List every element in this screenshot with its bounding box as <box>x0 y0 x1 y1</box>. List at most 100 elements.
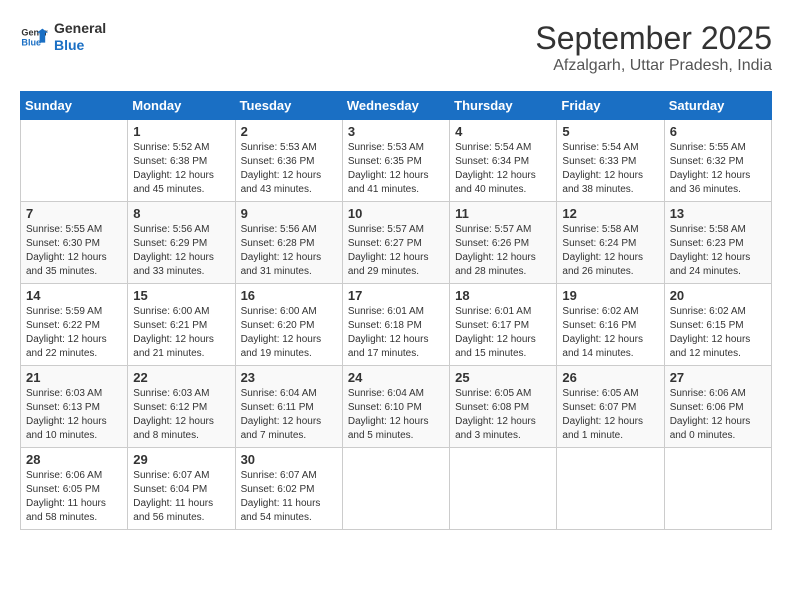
calendar-cell: 9Sunrise: 5:56 AM Sunset: 6:28 PM Daylig… <box>235 202 342 284</box>
week-row-2: 7 Sunrise: 5:55 AM Sunset: 6:30 PM Daylig… <box>21 202 772 284</box>
calendar-cell: 11Sunrise: 5:57 AM Sunset: 6:26 PM Dayli… <box>450 202 557 284</box>
day-info: Sunrise: 6:04 AM Sunset: 6:10 PM Dayligh… <box>348 387 444 443</box>
day-number: 21 <box>26 370 122 385</box>
day-info: Sunrise: 6:00 AM Sunset: 6:21 PM Dayligh… <box>133 305 229 361</box>
week-row-3: 14Sunrise: 5:59 AM Sunset: 6:22 PM Dayli… <box>21 284 772 366</box>
calendar-cell: 10 Sunrise: 5:57 AM Sunset: 6:27 PM Dayli… <box>342 202 449 284</box>
day-number: 7 <box>26 206 122 221</box>
calendar-cell: 13Sunrise: 5:58 AM Sunset: 6:23 PM Dayli… <box>664 202 771 284</box>
day-number: 17 <box>348 288 444 303</box>
day-info: Sunrise: 5:54 AM Sunset: 6:33 PM Dayligh… <box>562 141 658 197</box>
calendar-cell: 26 Sunrise: 6:05 AM Sunset: 6:07 PM Dayli… <box>557 366 664 448</box>
calendar-cell: 23 Sunrise: 6:04 AM Sunset: 6:11 PM Dayli… <box>235 366 342 448</box>
calendar-cell: 14Sunrise: 5:59 AM Sunset: 6:22 PM Dayli… <box>21 284 128 366</box>
week-row-4: 21Sunrise: 6:03 AM Sunset: 6:13 PM Dayli… <box>21 366 772 448</box>
week-row-1: 1Sunrise: 5:52 AM Sunset: 6:38 PM Daylig… <box>21 120 772 202</box>
day-number: 23 <box>241 370 337 385</box>
calendar-cell: 3Sunrise: 5:53 AM Sunset: 6:35 PM Daylig… <box>342 120 449 202</box>
calendar-cell: 4Sunrise: 5:54 AM Sunset: 6:34 PM Daylig… <box>450 120 557 202</box>
col-header-monday: Monday <box>128 92 235 120</box>
calendar-cell: 2Sunrise: 5:53 AM Sunset: 6:36 PM Daylig… <box>235 120 342 202</box>
location-title: Afzalgarh, Uttar Pradesh, India <box>535 57 772 75</box>
calendar-cell: 5Sunrise: 5:54 AM Sunset: 6:33 PM Daylig… <box>557 120 664 202</box>
day-number: 18 <box>455 288 551 303</box>
day-number: 9 <box>241 206 337 221</box>
calendar-table: SundayMondayTuesdayWednesdayThursdayFrid… <box>20 91 772 530</box>
day-info: Sunrise: 6:00 AM Sunset: 6:20 PM Dayligh… <box>241 305 337 361</box>
day-number: 28 <box>26 452 122 467</box>
logo-general: General <box>54 20 106 37</box>
day-number: 25 <box>455 370 551 385</box>
calendar-cell: 16 Sunrise: 6:00 AM Sunset: 6:20 PM Dayli… <box>235 284 342 366</box>
day-info: Sunrise: 5:56 AM Sunset: 6:29 PM Dayligh… <box>133 223 229 279</box>
day-info: Sunrise: 6:07 AM Sunset: 6:04 PM Dayligh… <box>133 469 229 525</box>
day-info: Sunrise: 6:02 AM Sunset: 6:15 PM Dayligh… <box>670 305 766 361</box>
day-number: 30 <box>241 452 337 467</box>
day-info: Sunrise: 6:06 AM Sunset: 6:06 PM Dayligh… <box>670 387 766 443</box>
day-info: Sunrise: 5:57 AM Sunset: 6:27 PM Dayligh… <box>348 223 444 279</box>
day-info: Sunrise: 5:53 AM Sunset: 6:36 PM Dayligh… <box>241 141 337 197</box>
page-header: General Blue General Blue September 2025… <box>20 20 772 75</box>
day-number: 4 <box>455 124 551 139</box>
calendar-cell: 6 Sunrise: 5:55 AM Sunset: 6:32 PM Daylig… <box>664 120 771 202</box>
calendar-cell <box>450 448 557 530</box>
day-info: Sunrise: 5:55 AM Sunset: 6:32 PM Dayligh… <box>670 141 766 197</box>
calendar-cell <box>664 448 771 530</box>
logo: General Blue General Blue <box>20 20 106 54</box>
week-row-5: 28 Sunrise: 6:06 AM Sunset: 6:05 PM Dayli… <box>21 448 772 530</box>
day-info: Sunrise: 5:53 AM Sunset: 6:35 PM Dayligh… <box>348 141 444 197</box>
day-info: Sunrise: 6:02 AM Sunset: 6:16 PM Dayligh… <box>562 305 658 361</box>
day-info: Sunrise: 5:55 AM Sunset: 6:30 PM Dayligh… <box>26 223 122 279</box>
calendar-cell: 30 Sunrise: 6:07 AM Sunset: 6:02 PM Dayli… <box>235 448 342 530</box>
calendar-cell: 19 Sunrise: 6:02 AM Sunset: 6:16 PM Dayli… <box>557 284 664 366</box>
calendar-cell: 21Sunrise: 6:03 AM Sunset: 6:13 PM Dayli… <box>21 366 128 448</box>
day-number: 15 <box>133 288 229 303</box>
day-info: Sunrise: 6:05 AM Sunset: 6:08 PM Dayligh… <box>455 387 551 443</box>
day-info: Sunrise: 5:52 AM Sunset: 6:38 PM Dayligh… <box>133 141 229 197</box>
day-number: 24 <box>348 370 444 385</box>
calendar-cell <box>557 448 664 530</box>
calendar-cell: 7 Sunrise: 5:55 AM Sunset: 6:30 PM Daylig… <box>21 202 128 284</box>
calendar-cell: 12 Sunrise: 5:58 AM Sunset: 6:24 PM Dayli… <box>557 202 664 284</box>
title-block: September 2025 Afzalgarh, Uttar Pradesh,… <box>535 20 772 75</box>
day-number: 12 <box>562 206 658 221</box>
month-title: September 2025 <box>535 20 772 57</box>
calendar-cell: 25 Sunrise: 6:05 AM Sunset: 6:08 PM Dayli… <box>450 366 557 448</box>
calendar-cell <box>342 448 449 530</box>
calendar-cell: 27 Sunrise: 6:06 AM Sunset: 6:06 PM Dayli… <box>664 366 771 448</box>
col-header-thursday: Thursday <box>450 92 557 120</box>
day-number: 22 <box>133 370 229 385</box>
col-header-tuesday: Tuesday <box>235 92 342 120</box>
day-info: Sunrise: 6:07 AM Sunset: 6:02 PM Dayligh… <box>241 469 337 525</box>
day-info: Sunrise: 6:01 AM Sunset: 6:18 PM Dayligh… <box>348 305 444 361</box>
calendar-cell: 18 Sunrise: 6:01 AM Sunset: 6:17 PM Dayli… <box>450 284 557 366</box>
col-header-friday: Friday <box>557 92 664 120</box>
day-number: 10 <box>348 206 444 221</box>
day-number: 27 <box>670 370 766 385</box>
calendar-cell: 15 Sunrise: 6:00 AM Sunset: 6:21 PM Dayli… <box>128 284 235 366</box>
day-number: 19 <box>562 288 658 303</box>
calendar-cell: 22 Sunrise: 6:03 AM Sunset: 6:12 PM Dayli… <box>128 366 235 448</box>
col-header-sunday: Sunday <box>21 92 128 120</box>
svg-text:Blue: Blue <box>21 37 41 47</box>
day-info: Sunrise: 5:58 AM Sunset: 6:24 PM Dayligh… <box>562 223 658 279</box>
day-number: 11 <box>455 206 551 221</box>
col-header-wednesday: Wednesday <box>342 92 449 120</box>
day-number: 6 <box>670 124 766 139</box>
calendar-cell: 29 Sunrise: 6:07 AM Sunset: 6:04 PM Dayli… <box>128 448 235 530</box>
calendar-cell: 28 Sunrise: 6:06 AM Sunset: 6:05 PM Dayli… <box>21 448 128 530</box>
calendar-cell: 24 Sunrise: 6:04 AM Sunset: 6:10 PM Dayli… <box>342 366 449 448</box>
calendar-cell: 20 Sunrise: 6:02 AM Sunset: 6:15 PM Dayli… <box>664 284 771 366</box>
day-number: 26 <box>562 370 658 385</box>
day-info: Sunrise: 6:01 AM Sunset: 6:17 PM Dayligh… <box>455 305 551 361</box>
day-number: 29 <box>133 452 229 467</box>
day-info: Sunrise: 6:06 AM Sunset: 6:05 PM Dayligh… <box>26 469 122 525</box>
day-info: Sunrise: 6:05 AM Sunset: 6:07 PM Dayligh… <box>562 387 658 443</box>
day-info: Sunrise: 6:03 AM Sunset: 6:12 PM Dayligh… <box>133 387 229 443</box>
col-header-saturday: Saturday <box>664 92 771 120</box>
day-number: 20 <box>670 288 766 303</box>
calendar-cell: 17 Sunrise: 6:01 AM Sunset: 6:18 PM Dayli… <box>342 284 449 366</box>
day-number: 16 <box>241 288 337 303</box>
day-info: Sunrise: 5:59 AM Sunset: 6:22 PM Dayligh… <box>26 305 122 361</box>
day-info: Sunrise: 6:04 AM Sunset: 6:11 PM Dayligh… <box>241 387 337 443</box>
